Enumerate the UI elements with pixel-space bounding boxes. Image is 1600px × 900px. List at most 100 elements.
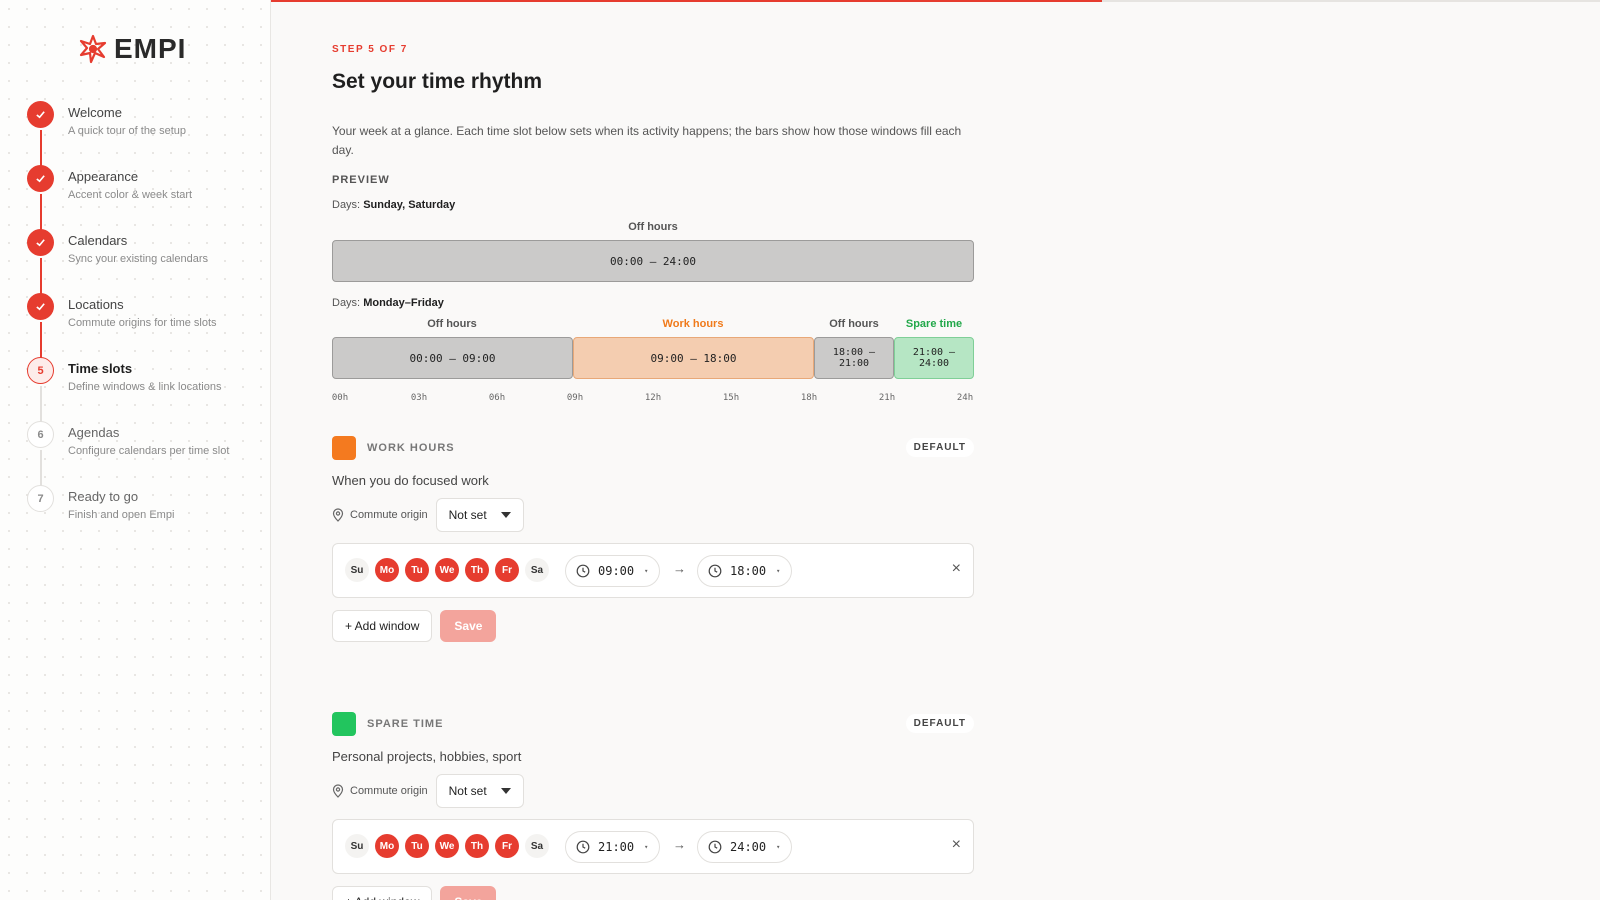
day-toggle-wednesday[interactable]: We (435, 834, 459, 858)
clock-icon (576, 840, 590, 854)
step-time-slots[interactable]: 5 Time slots Define windows & link locat… (27, 357, 229, 423)
lane-label-work-hours: Work hours (662, 318, 724, 330)
segment-spare-time: 21:00 – 24:00 (894, 337, 974, 379)
start-time-value: 09:00 (598, 564, 635, 578)
axis-tick: 21h (878, 393, 896, 403)
step-appearance[interactable]: Appearance Accent color & week start (27, 165, 229, 231)
save-button[interactable]: Save (440, 610, 497, 642)
end-time-value: 24:00 (730, 840, 767, 854)
check-icon (27, 293, 54, 320)
day-toggle-monday[interactable]: Mo (375, 834, 399, 858)
start-time-picker[interactable]: 09:00 ▾ (565, 555, 660, 587)
chevron-down-icon: ▾ (776, 843, 781, 851)
start-time-picker[interactable]: 21:00 ▾ (565, 831, 660, 863)
end-time-value: 18:00 (730, 564, 767, 578)
days-prefix: Days: (332, 297, 361, 309)
step-number: 6 (27, 421, 54, 448)
day-picker: Su Mo Tu We Th Fr Sa (345, 834, 549, 858)
segment-range-end: 24:00 (918, 358, 950, 369)
step-connector (39, 322, 42, 359)
step-ready-to-go[interactable]: 7 Ready to go Finish and open Empi (27, 485, 229, 549)
commute-origin-select[interactable]: Not set (435, 774, 524, 808)
axis-tick: 18h (800, 393, 818, 403)
slot-actions: + Add window Save (332, 886, 497, 900)
axis-tick: 12h (644, 393, 662, 403)
day-toggle-saturday[interactable]: Sa (525, 558, 549, 582)
add-window-button[interactable]: + Add window (332, 610, 433, 642)
commute-origin-select[interactable]: Not set (435, 498, 524, 532)
day-toggle-tuesday[interactable]: Tu (405, 558, 429, 582)
add-window-button[interactable]: + Add window (332, 886, 433, 900)
slot-color-swatch[interactable] (332, 712, 356, 736)
stepper: Welcome A quick tour of the setup Appear… (27, 101, 229, 549)
step-agendas[interactable]: 6 Agendas Configure calendars per time s… (27, 421, 230, 487)
day-toggle-tuesday[interactable]: Tu (405, 834, 429, 858)
day-toggle-friday[interactable]: Fr (495, 834, 519, 858)
step-subtitle: Configure calendars per time slot (68, 445, 230, 457)
step-number: 5 (27, 357, 54, 384)
step-connector (39, 450, 42, 487)
days-prefix: Days: (332, 199, 361, 211)
chevron-down-icon: ▾ (776, 567, 781, 575)
day-toggle-sunday[interactable]: Su (345, 834, 369, 858)
step-title: Welcome (68, 105, 122, 120)
close-icon[interactable]: × (952, 837, 961, 853)
segment-work-hours: 09:00 – 18:00 (573, 337, 814, 379)
step-locations[interactable]: Locations Commute origins for time slots (27, 293, 229, 359)
clock-icon (708, 564, 722, 578)
weekday-days: Monday–Friday (363, 297, 444, 309)
step-title: Time slots (68, 361, 133, 376)
time-window-row: Su Mo Tu We Th Fr Sa 21:00 ▾ → 24:00 ▾ × (332, 819, 974, 874)
slot-spare-time: SPARE TIME DEFAULT Personal projects, ho… (332, 712, 974, 900)
segment-range-start: 18:00 – (832, 347, 876, 358)
commute-origin-value: Not set (448, 784, 487, 798)
logo: EMPI (76, 32, 186, 66)
day-picker: Su Mo Tu We Th Fr Sa (345, 558, 549, 582)
step-title: Agendas (68, 425, 120, 440)
day-toggle-monday[interactable]: Mo (375, 558, 399, 582)
day-toggle-wednesday[interactable]: We (435, 558, 459, 582)
step-welcome[interactable]: Welcome A quick tour of the setup (27, 101, 229, 167)
slot-name: SPARE TIME (367, 718, 444, 730)
day-toggle-friday[interactable]: Fr (495, 558, 519, 582)
commute-origin-label: Commute origin (350, 785, 428, 797)
step-title: Ready to go (68, 489, 139, 504)
step-subtitle: Commute origins for time slots (68, 317, 217, 329)
default-badge: DEFAULT (905, 438, 974, 457)
start-time-value: 21:00 (598, 840, 635, 854)
location-pin-icon (332, 508, 344, 522)
step-calendars[interactable]: Calendars Sync your existing calendars (27, 229, 229, 295)
step-counter: STEP 5 OF 7 (332, 44, 408, 55)
weekday-days-label: Days: Monday–Friday (332, 297, 444, 309)
close-icon[interactable]: × (952, 561, 961, 577)
caret-down-icon (500, 512, 511, 518)
step-subtitle: Accent color & week start (68, 189, 193, 201)
sidebar: EMPI Welcome A quick tour of the setup A… (0, 0, 271, 900)
step-subtitle: Define windows & link locations (68, 381, 222, 393)
page-title: Set your time rhythm (332, 70, 543, 93)
axis-tick: 06h (488, 393, 506, 403)
commute-origin: Commute origin Not set (332, 498, 524, 532)
day-toggle-thursday[interactable]: Th (465, 834, 489, 858)
slot-color-swatch[interactable] (332, 436, 356, 460)
arrow-right-icon: → (673, 561, 686, 576)
axis-tick: 15h (722, 393, 740, 403)
end-time-picker[interactable]: 24:00 ▾ (697, 831, 792, 863)
clock-icon (576, 564, 590, 578)
slot-description: Personal projects, hobbies, sport (332, 749, 522, 764)
clock-icon (708, 840, 722, 854)
axis-tick: 00h (331, 393, 349, 403)
day-toggle-saturday[interactable]: Sa (525, 834, 549, 858)
preview-label: PREVIEW (332, 174, 390, 186)
day-toggle-sunday[interactable]: Su (345, 558, 369, 582)
end-time-picker[interactable]: 18:00 ▾ (697, 555, 792, 587)
weekend-days-label: Days: Sunday, Saturday (332, 199, 455, 211)
save-button[interactable]: Save (440, 886, 497, 900)
day-toggle-thursday[interactable]: Th (465, 558, 489, 582)
caret-down-icon (500, 788, 511, 794)
axis-tick: 09h (566, 393, 584, 403)
segment-range-start: 21:00 – (912, 347, 956, 358)
axis-tick: 03h (410, 393, 428, 403)
step-subtitle: Finish and open Empi (68, 509, 175, 521)
weekday-bar: 00:00 – 09:00 09:00 – 18:00 18:00 – 21:0… (332, 337, 974, 379)
